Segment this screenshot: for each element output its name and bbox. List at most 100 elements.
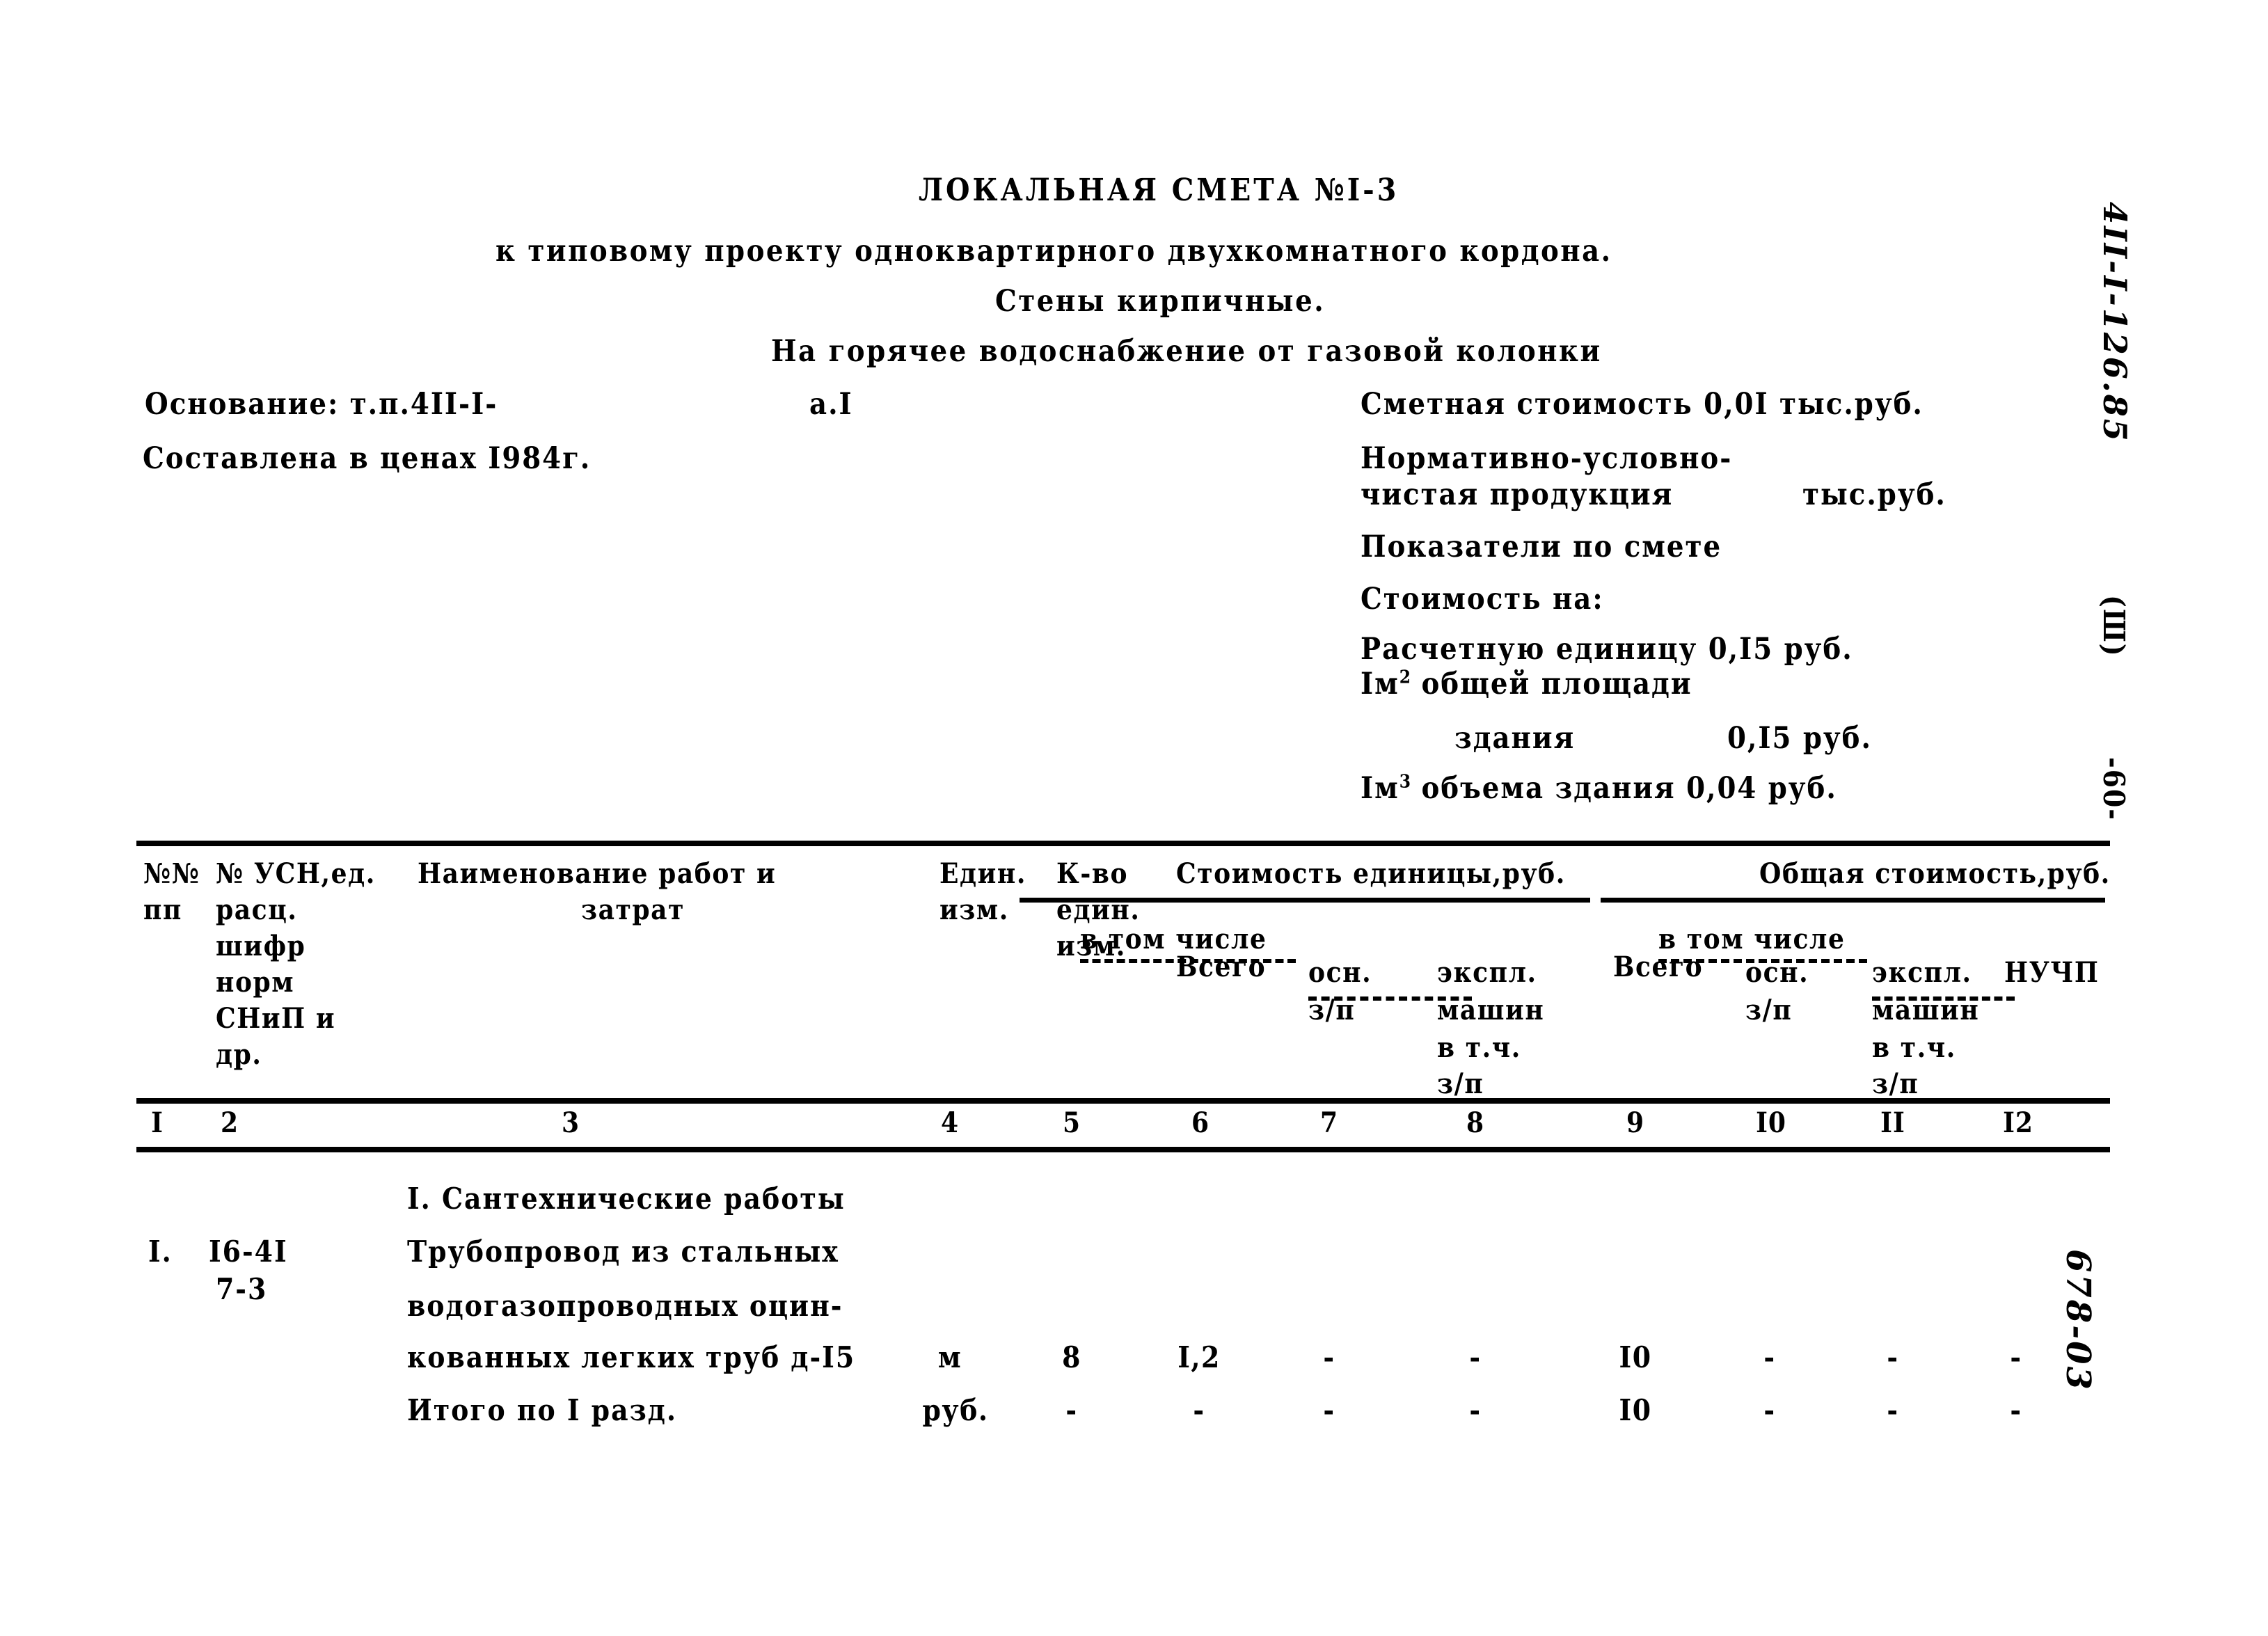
col-header-usn-line1: № УСН,ед. bbox=[216, 857, 376, 890]
table-row-name-line1: Трубопровод из стальных bbox=[407, 1234, 839, 1269]
table-subtotal-total-nuchp: - bbox=[2010, 1393, 2022, 1427]
table-row-code-line2: 7-3 bbox=[216, 1272, 268, 1306]
m3-prefix: Iм bbox=[1361, 771, 1399, 806]
col-number-8: 8 bbox=[1466, 1106, 1485, 1139]
col-header-unit-line1: Един. bbox=[939, 857, 1026, 890]
margin-stamp-volume: (Ш) bbox=[2097, 595, 2131, 658]
indicators-label: Показатели по смете bbox=[1361, 530, 1722, 564]
table-row-unitcost-osn: - bbox=[1323, 1340, 1335, 1374]
col-header-totalcost-osn: осн. bbox=[1745, 956, 1809, 989]
col-number-4: 4 bbox=[940, 1106, 960, 1139]
table-row-name-line3: кованных легких труб д-I5 bbox=[407, 1340, 856, 1374]
col-number-1: I bbox=[151, 1106, 164, 1139]
col-header-no-line1: №№ bbox=[143, 857, 200, 890]
col-number-10: I0 bbox=[1756, 1106, 1786, 1139]
col-number-11: II bbox=[1880, 1106, 1905, 1139]
table-row-total-nuchp: - bbox=[2010, 1340, 2022, 1374]
table-row-total-ekspl: - bbox=[1887, 1340, 1899, 1374]
cost-per-m2-label: Iм2 общей площади bbox=[1361, 669, 1692, 699]
table-row-total-osn: - bbox=[1763, 1340, 1776, 1374]
col-header-unitcost-vsego: Всего bbox=[1176, 951, 1267, 983]
col-header-qty-line1: К-во bbox=[1056, 857, 1129, 890]
table-row-total: I0 bbox=[1619, 1340, 1652, 1374]
table-subtotal-total-ekspl: - bbox=[1887, 1393, 1899, 1427]
col-header-unitcost-vtch2: в т.ч. bbox=[1437, 1031, 1521, 1064]
table-row-code-line1: I6-4I bbox=[209, 1234, 288, 1269]
col-header-totalcost-mashin: машин bbox=[1872, 994, 1980, 1026]
total-cost-group-rule bbox=[1601, 898, 2105, 903]
col-header-qty-line2: един. bbox=[1056, 894, 1141, 926]
col-header-total-cost-group: Общая стоимость,руб. bbox=[1759, 857, 2111, 890]
col-number-2: 2 bbox=[220, 1106, 239, 1139]
table-subtotal-qty: - bbox=[1065, 1393, 1078, 1427]
table-row-qty: 8 bbox=[1062, 1340, 1081, 1374]
table-row-unitcost-ekspl: - bbox=[1469, 1340, 1482, 1374]
col-header-totalcost-zp2: з/п bbox=[1872, 1067, 1919, 1100]
col-header-usn-line6: др. bbox=[216, 1038, 262, 1071]
building-value: 0,I5 руб. bbox=[1727, 721, 1872, 756]
nucp-label-line1: Нормативно-условно- bbox=[1361, 441, 1733, 476]
document-subtitle-scope: На горячее водоснабжение от газовой коло… bbox=[771, 334, 1602, 369]
cost-per-m3-label: Iм3 объема здания 0,04 руб. bbox=[1361, 771, 1837, 806]
table-subtotal-total: I0 bbox=[1619, 1393, 1652, 1427]
m3-exponent: 3 bbox=[1399, 771, 1411, 793]
table-header-bottom-rule bbox=[136, 1098, 2110, 1104]
col-header-totalcost-zp: з/п bbox=[1745, 994, 1793, 1026]
table-subtotal-unit: руб. bbox=[922, 1393, 989, 1427]
col-header-unitcost-osn: осн. bbox=[1308, 956, 1372, 989]
col-header-unit-line2: изм. bbox=[939, 894, 1009, 926]
table-row-unitcost-total: I,2 bbox=[1177, 1340, 1221, 1374]
cost-for-label: Стоимость на: bbox=[1361, 582, 1604, 617]
m2-suffix: общей площади bbox=[1411, 667, 1692, 701]
table-colnum-bottom-rule bbox=[136, 1147, 2110, 1152]
col-header-usn-line3: шифр bbox=[216, 930, 306, 962]
table-subtotal-total-osn: - bbox=[1763, 1393, 1776, 1427]
building-word: здания bbox=[1454, 721, 1576, 756]
margin-stamp-project-code: 4II-I-126.85 bbox=[2096, 202, 2134, 443]
table-subtotal-unitcost-ekspl: - bbox=[1469, 1393, 1482, 1427]
m3-suffix: объема здания 0,04 руб. bbox=[1411, 771, 1837, 806]
col-header-no-line2: пп bbox=[143, 894, 182, 926]
margin-stamp-page-number: -60- bbox=[2097, 757, 2131, 821]
margin-stamp-doc-number: 678-03 bbox=[2059, 1249, 2097, 1392]
table-row-subtotal-label: Итого по I разд. bbox=[407, 1393, 678, 1427]
col-header-usn-line5: СНиП и bbox=[216, 1002, 336, 1035]
col-header-unitcost-mashin: машин bbox=[1437, 994, 1545, 1026]
col-header-totalcost-vtch: в том числе bbox=[1658, 923, 1846, 955]
col-header-name-line1: Наименование работ и bbox=[418, 857, 777, 890]
nucp-unit: тыс.руб. bbox=[1802, 477, 1946, 512]
col-header-usn-line2: расц. bbox=[216, 894, 298, 926]
col-header-usn-line4: норм bbox=[216, 966, 295, 999]
col-header-unitcost-zp: з/п bbox=[1308, 994, 1356, 1026]
col-number-6: 6 bbox=[1191, 1106, 1210, 1139]
col-number-5: 5 bbox=[1062, 1106, 1081, 1139]
page-title: ЛОКАЛЬНАЯ СМЕТА №I-3 bbox=[919, 173, 1399, 208]
m2-prefix: Iм bbox=[1361, 667, 1399, 701]
document-subtitle-project: к типовому проекту одноквартирного двухк… bbox=[495, 234, 1612, 269]
col-header-totalcost-vsego: Всего bbox=[1613, 951, 1704, 983]
col-header-unit-cost-group: Стоимость единицы,руб. bbox=[1176, 857, 1566, 890]
table-row-number: I. bbox=[148, 1234, 173, 1269]
col-header-nuchp: НУЧП bbox=[2004, 956, 2100, 989]
table-row-unit: м bbox=[937, 1340, 962, 1374]
table-row-name-line2: водогазопроводных оцин- bbox=[407, 1289, 843, 1323]
document-subtitle-walls: Стены кирпичные. bbox=[995, 284, 1326, 319]
col-header-unitcost-vtch: в том числе bbox=[1080, 923, 1267, 955]
col-number-12: I2 bbox=[2003, 1106, 2033, 1139]
estimate-cost-line: Сметная стоимость 0,0I тыс.руб. bbox=[1361, 387, 1924, 422]
m2-exponent: 2 bbox=[1399, 667, 1411, 688]
col-header-totalcost-vtch2: в т.ч. bbox=[1872, 1031, 1956, 1064]
document-page: ЛОКАЛЬНАЯ СМЕТА №I-3 к типовому проекту … bbox=[0, 0, 2268, 1636]
nucp-label-line2: чистая продукция bbox=[1361, 477, 1674, 512]
col-header-unitcost-zp2: з/п bbox=[1437, 1067, 1484, 1100]
calc-unit-cost-line: Расчетную единицу 0,I5 руб. bbox=[1361, 632, 1853, 667]
table-subtotal-unitcost-total: - bbox=[1193, 1393, 1205, 1427]
basis-label: Основание: т.п.4II-I- bbox=[145, 387, 498, 422]
basis-suffix: а.I bbox=[809, 387, 853, 422]
section-title: I. Сантехнические работы bbox=[407, 1182, 846, 1216]
table-subtotal-unitcost-osn: - bbox=[1323, 1393, 1335, 1427]
col-number-7: 7 bbox=[1319, 1106, 1339, 1139]
col-header-unitcost-ekspl: экспл. bbox=[1437, 956, 1537, 989]
col-number-3: 3 bbox=[561, 1106, 580, 1139]
col-header-totalcost-ekspl: экспл. bbox=[1872, 956, 1972, 989]
